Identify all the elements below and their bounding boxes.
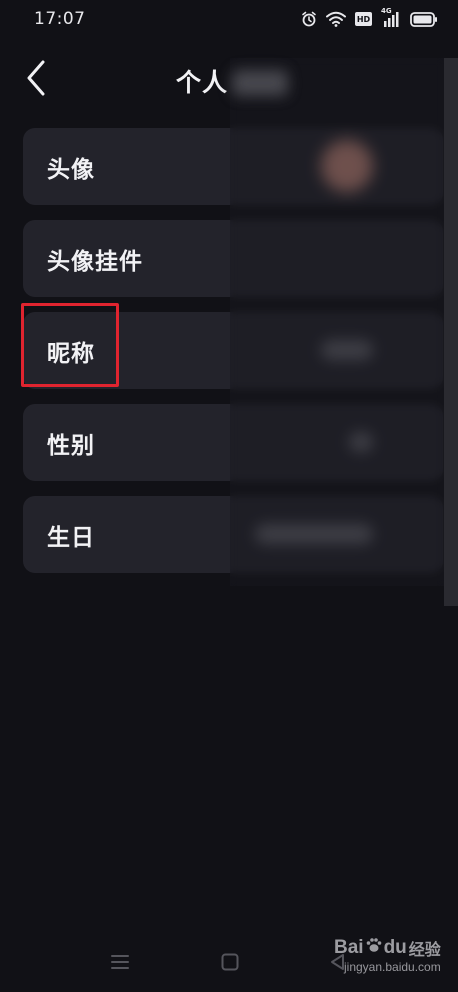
hd-icon: HD [355, 12, 372, 26]
row-label-birthday: 生日 [47, 525, 95, 551]
baidu-watermark: Bai du 经验 jingyan.baidu.com [334, 934, 441, 978]
row-label-avatar: 头像 [47, 157, 95, 183]
back-button[interactable] [18, 58, 54, 102]
home-icon [220, 952, 240, 976]
row-label-gender: 性别 [47, 433, 95, 459]
settings-row-nickname[interactable]: 昵称 [23, 312, 443, 389]
paw-icon [365, 936, 383, 960]
settings-list: 头像 头像挂件 昵称 性别 生日 [23, 128, 443, 588]
row-label-avatar-pendant: 头像挂件 [47, 249, 143, 275]
nav-home-button[interactable] [218, 952, 242, 976]
wifi-icon [326, 11, 346, 27]
settings-row-avatar[interactable]: 头像 [23, 128, 443, 205]
alarm-icon [301, 11, 317, 27]
watermark-brand: Bai du 经验 [334, 936, 441, 960]
watermark-url: jingyan.baidu.com [344, 960, 441, 974]
row-label-nickname: 昵称 [47, 341, 95, 367]
status-icons: HD 4G [301, 7, 438, 30]
status-bar: 17:07 HD 4G [0, 0, 458, 40]
settings-row-avatar-pendant[interactable]: 头像挂件 [23, 220, 443, 297]
chevron-left-icon [25, 60, 47, 100]
menu-icon [110, 952, 130, 976]
avatar [321, 140, 373, 192]
settings-row-birthday[interactable]: 生日 [23, 496, 443, 573]
page-title: 个人 [176, 68, 229, 97]
watermark-brand-left: Bai [334, 937, 364, 958]
signal-icon: 4G [381, 7, 401, 27]
scroll-edge [444, 58, 458, 606]
birthday-value-blurred [255, 524, 373, 544]
header: 个人 [0, 56, 458, 104]
gender-value-blurred [349, 432, 373, 452]
battery-icon [410, 11, 438, 27]
nickname-value-blurred [321, 340, 373, 360]
nav-menu-button[interactable] [108, 952, 132, 976]
settings-row-gender[interactable]: 性别 [23, 404, 443, 481]
watermark-brand-right: du [383, 937, 407, 958]
network-type-label: 4G [381, 7, 392, 15]
title-suffix-blurred [232, 70, 288, 96]
watermark-brand-cn: 经验 [408, 940, 441, 959]
status-time: 17:07 [34, 9, 86, 29]
